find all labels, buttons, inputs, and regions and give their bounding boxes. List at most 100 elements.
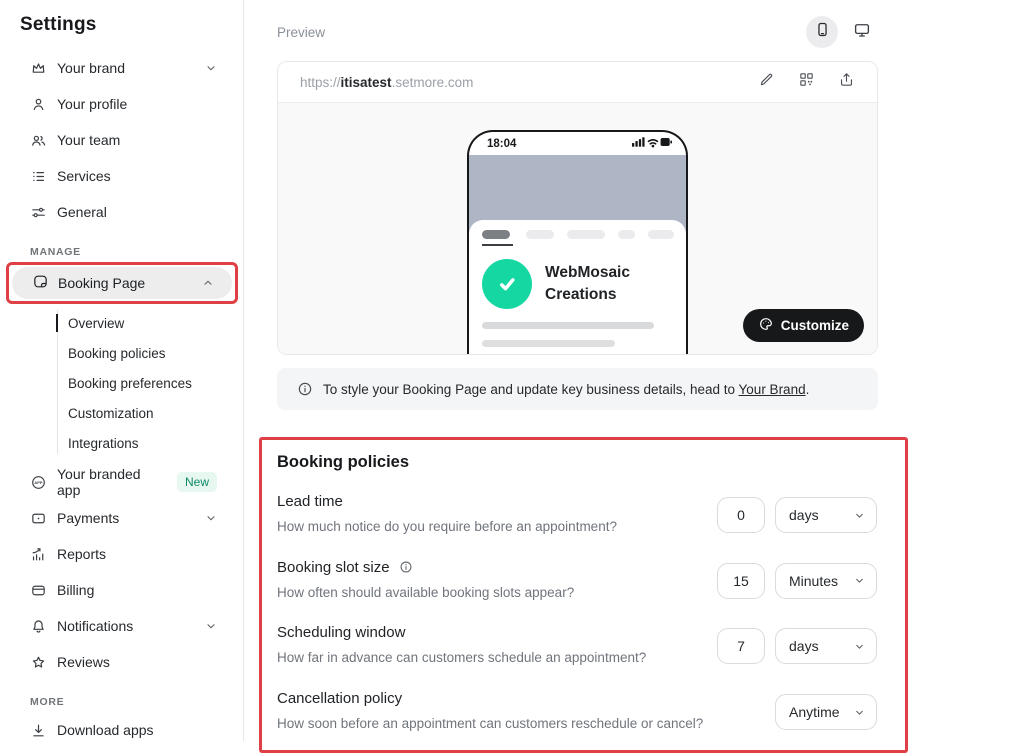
device-toggles: [806, 16, 878, 48]
booking-url-bar: https://itisatest.setmore.com: [278, 62, 877, 103]
user-icon: [30, 96, 47, 113]
sidebar-item-your-profile[interactable]: Your profile: [0, 86, 243, 122]
desktop-preview-toggle[interactable]: [846, 16, 878, 48]
monitor-icon: [853, 21, 871, 44]
preview-label: Preview: [277, 25, 325, 40]
your-brand-link[interactable]: Your Brand: [739, 382, 806, 397]
submenu-item-booking-preferences[interactable]: Booking preferences: [0, 368, 243, 398]
select-value: Minutes: [789, 573, 838, 589]
policy-label: Cancellation policy: [277, 690, 729, 707]
sidebar-title: Settings: [20, 14, 243, 36]
sidebar-item-label: Payments: [57, 510, 119, 526]
sidebar-item-download-apps[interactable]: Download apps: [0, 712, 243, 748]
phone-content-card: WebMosaic Creations: [469, 220, 686, 347]
booking-page-preview-card: https://itisatest.setmore.com: [277, 61, 878, 355]
share-button[interactable]: [838, 71, 855, 93]
booking-page-icon: [32, 273, 49, 293]
settings-app: Settings Your brand Your profile Your te…: [0, 0, 1010, 741]
slot-size-unit-select[interactable]: Minutes: [775, 563, 877, 599]
submenu-item-booking-policies[interactable]: Booking policies: [0, 338, 243, 368]
banner-text: To style your Booking Page and update ke…: [323, 382, 809, 397]
sidebar-item-reviews[interactable]: Reviews: [0, 644, 243, 680]
sidebar-item-label: Notifications: [57, 618, 133, 634]
info-icon: [297, 381, 313, 397]
palette-icon: [758, 316, 774, 335]
sidebar-item-label: Your team: [57, 132, 120, 148]
policy-description: How far in advance can customers schedul…: [277, 647, 717, 669]
business-name: WebMosaic Creations: [545, 262, 657, 305]
submenu-item-overview[interactable]: Overview: [0, 308, 243, 338]
select-value: Anytime: [789, 704, 840, 720]
chevron-down-icon: [205, 62, 217, 74]
sidebar-item-label: Your brand: [57, 60, 125, 76]
info-icon[interactable]: [399, 560, 413, 574]
chevron-down-icon: [205, 620, 217, 632]
sidebar-item-label: Reports: [57, 546, 106, 562]
sidebar-item-label: Your branded app: [57, 466, 167, 498]
sidebar-item-general[interactable]: General: [0, 194, 243, 230]
sidebar-item-payments[interactable]: Payments: [0, 500, 243, 536]
phone-mockup: 18:04: [467, 130, 688, 354]
main-content: Preview https://itisat: [244, 0, 1010, 741]
sidebar-item-label: Reviews: [57, 654, 110, 670]
new-badge: New: [177, 472, 217, 492]
policy-description: How often should available booking slots…: [277, 582, 717, 604]
sidebar-item-reports[interactable]: Reports: [0, 536, 243, 572]
sidebar-item-label: Your profile: [57, 96, 127, 112]
phone-tabs-skeleton: [482, 230, 674, 246]
lead-time-value-input[interactable]: [717, 497, 765, 533]
policy-label: Booking slot size: [277, 559, 390, 576]
sidebar-item-your-brand[interactable]: Your brand: [0, 50, 243, 86]
share-upload-icon: [838, 71, 855, 93]
business-logo: [482, 259, 532, 309]
preview-canvas: 18:04: [278, 103, 877, 354]
chevron-down-icon: [854, 641, 865, 652]
check-icon: [493, 270, 521, 298]
branded-app-icon: APP: [30, 474, 47, 491]
sidebar-item-billing[interactable]: Billing: [0, 572, 243, 608]
policy-description: How soon before an appointment can custo…: [277, 713, 729, 735]
select-value: days: [789, 507, 819, 523]
policy-row-cancellation-policy: Cancellation policy How soon before an a…: [277, 690, 877, 735]
select-value: days: [789, 638, 819, 654]
submenu-item-customization[interactable]: Customization: [0, 398, 243, 428]
mobile-preview-toggle[interactable]: [806, 16, 838, 48]
edit-url-button[interactable]: [758, 71, 775, 93]
sidebar-item-booking-page[interactable]: Booking Page: [12, 267, 232, 299]
preview-header: Preview: [277, 14, 878, 50]
scheduling-window-value-input[interactable]: [717, 628, 765, 664]
sidebar-item-your-team[interactable]: Your team: [0, 122, 243, 158]
payments-card-icon: [30, 510, 47, 527]
sidebar-item-services[interactable]: Services: [0, 158, 243, 194]
policy-label: Scheduling window: [277, 624, 717, 641]
submenu-item-integrations[interactable]: Integrations: [0, 428, 243, 458]
banner-text-before: To style your Booking Page and update ke…: [323, 382, 739, 397]
submenu-label: Customization: [68, 406, 154, 421]
reports-chart-icon: [30, 546, 47, 563]
phone-time: 18:04: [487, 138, 516, 150]
notifications-bell-icon: [30, 618, 47, 635]
tab-skeleton: [567, 230, 605, 239]
submenu-label: Booking preferences: [68, 376, 192, 391]
qr-code-button[interactable]: [798, 71, 815, 93]
policy-description: How much notice do you require before an…: [277, 516, 717, 538]
url-suffix: .setmore.com: [392, 75, 474, 90]
download-icon: [30, 722, 47, 739]
policy-label: Lead time: [277, 493, 717, 510]
scheduling-window-unit-select[interactable]: days: [775, 628, 877, 664]
cancellation-policy-select[interactable]: Anytime: [775, 694, 877, 730]
sidebar-item-notifications[interactable]: Notifications: [0, 608, 243, 644]
policy-row-scheduling-window: Scheduling window How far in advance can…: [277, 624, 877, 669]
booking-page-url: https://itisatest.setmore.com: [300, 75, 473, 90]
lead-time-unit-select[interactable]: days: [775, 497, 877, 533]
customize-button[interactable]: Customize: [743, 309, 864, 342]
pencil-icon: [758, 71, 775, 93]
slot-size-value-input[interactable]: [717, 563, 765, 599]
booking-policies-title: Booking policies: [277, 453, 877, 472]
sidebar-item-your-branded-app[interactable]: APP Your branded app New: [0, 464, 243, 500]
policy-row-lead-time: Lead time How much notice do you require…: [277, 493, 877, 538]
sidebar-section-more: MORE: [30, 696, 243, 708]
sidebar-item-label: Services: [57, 168, 111, 184]
chevron-down-icon: [854, 575, 865, 586]
annotation-box-booking-page: Booking Page: [6, 262, 238, 304]
